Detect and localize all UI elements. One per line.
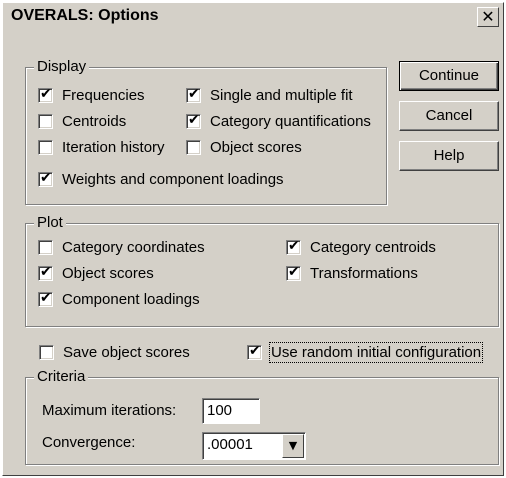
single-multiple-fit-label: Single and multiple fit — [210, 86, 353, 104]
category-centroids-label: Category centroids — [310, 238, 436, 256]
checkbox-box: ✔ — [38, 263, 53, 281]
single-multiple-fit-checkbox[interactable]: ✔ Single and multiple fit — [186, 84, 353, 106]
checkbox-box: ✔ — [247, 342, 262, 360]
check-icon: ✔ — [40, 85, 52, 102]
chevron-down-icon: ▼ — [288, 439, 298, 452]
max-iterations-input[interactable]: 100 — [202, 398, 260, 424]
close-button[interactable]: ✕ — [477, 7, 499, 27]
checkbox-box: ✔ — [286, 237, 301, 255]
centroids-checkbox[interactable]: Centroids — [38, 110, 126, 132]
iteration-history-checkbox[interactable]: Iteration history — [38, 136, 165, 158]
category-quantifications-checkbox[interactable]: ✔ Category quantifications — [186, 110, 371, 132]
checkbox-box: ✔ — [186, 85, 201, 103]
check-icon: ✔ — [40, 263, 52, 280]
weights-loadings-label: Weights and component loadings — [62, 170, 284, 188]
checkbox-box: ✔ — [186, 111, 201, 129]
help-button[interactable]: Help — [399, 141, 499, 171]
convergence-dropdown-button[interactable]: ▼ — [282, 434, 304, 458]
display-group: Display ✔ Frequencies Centroids Iteratio… — [25, 58, 387, 205]
category-centroids-checkbox[interactable]: ✔ Category centroids — [286, 236, 436, 258]
checkbox-box — [38, 139, 53, 155]
check-icon: ✔ — [40, 169, 52, 186]
cancel-button[interactable]: Cancel — [399, 101, 499, 131]
check-icon: ✔ — [249, 342, 261, 359]
weights-loadings-checkbox[interactable]: ✔ Weights and component loadings — [38, 168, 284, 190]
checkbox-box — [186, 139, 201, 155]
checkbox-box — [39, 344, 54, 360]
display-legend: Display — [34, 58, 90, 76]
plot-legend: Plot — [34, 214, 66, 232]
display-object-scores-checkbox[interactable]: Object scores — [186, 136, 302, 158]
iteration-history-label: Iteration history — [62, 138, 165, 156]
check-icon: ✔ — [188, 85, 200, 102]
check-icon: ✔ — [188, 111, 200, 128]
close-icon: ✕ — [481, 7, 495, 26]
max-iterations-value: 100 — [207, 402, 233, 419]
transformations-label: Transformations — [310, 264, 418, 282]
checkbox-box: ✔ — [38, 169, 53, 187]
component-loadings-label: Component loadings — [62, 290, 200, 308]
checkbox-box: ✔ — [286, 263, 301, 281]
checkbox-box — [38, 113, 53, 129]
centroids-label: Centroids — [62, 112, 127, 130]
category-coordinates-label: Category coordinates — [62, 238, 205, 256]
save-object-scores-label: Save object scores — [63, 343, 190, 361]
category-quantifications-label: Category quantifications — [210, 112, 371, 130]
plot-object-scores-checkbox[interactable]: ✔ Object scores — [38, 262, 154, 284]
display-object-scores-label: Object scores — [210, 138, 302, 156]
use-random-config-label: Use random initial configuration — [268, 341, 484, 363]
frequencies-checkbox[interactable]: ✔ Frequencies — [38, 84, 145, 106]
overals-options-dialog: OVERALS: Options ✕ Display ✔ Frequencies… — [2, 2, 504, 476]
max-iterations-label: Maximum iterations: — [42, 402, 177, 419]
check-icon: ✔ — [40, 289, 52, 306]
checkbox-box: ✔ — [38, 85, 53, 103]
plot-group: Plot Category coordinates ✔ Object score… — [25, 214, 499, 327]
criteria-group: Criteria Maximum iterations: 100 Converg… — [25, 368, 499, 465]
checkbox-box: ✔ — [38, 289, 53, 307]
transformations-checkbox[interactable]: ✔ Transformations — [286, 262, 418, 284]
check-icon: ✔ — [288, 237, 300, 254]
continue-button[interactable]: Continue — [399, 61, 499, 91]
convergence-label: Convergence: — [42, 434, 136, 451]
checkbox-box — [38, 239, 53, 255]
convergence-value: .00001 — [207, 436, 253, 453]
dialog-title: OVERALS: Options — [11, 7, 159, 24]
frequencies-label: Frequencies — [62, 86, 145, 104]
save-object-scores-checkbox[interactable]: Save object scores — [39, 341, 190, 363]
check-icon: ✔ — [288, 263, 300, 280]
category-coordinates-checkbox[interactable]: Category coordinates — [38, 236, 205, 258]
plot-object-scores-label: Object scores — [62, 264, 154, 282]
component-loadings-checkbox[interactable]: ✔ Component loadings — [38, 288, 200, 310]
criteria-legend: Criteria — [34, 368, 89, 386]
title-bar: OVERALS: Options ✕ — [3, 3, 503, 31]
use-random-config-checkbox[interactable]: ✔ Use random initial configuration — [247, 341, 484, 363]
